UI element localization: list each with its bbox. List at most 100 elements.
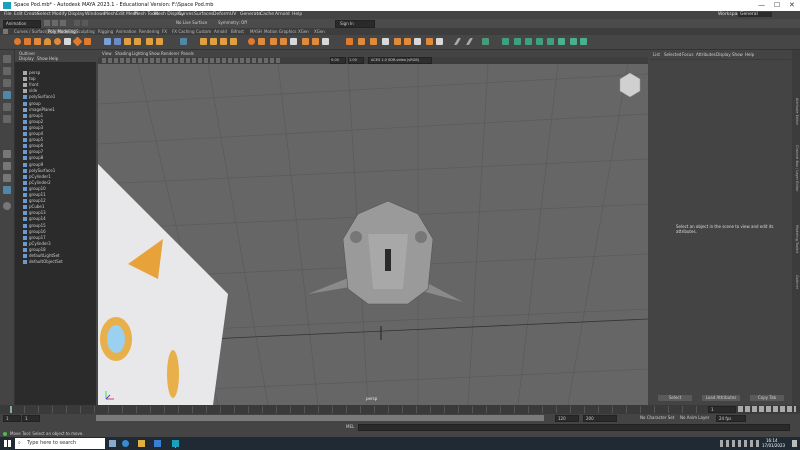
menu-edit[interactable]: Edit <box>14 12 23 17</box>
smooth-icon[interactable] <box>248 38 255 45</box>
outliner-item[interactable]: defaultObjectSet <box>23 259 63 265</box>
lasso-tool-icon[interactable] <box>3 67 11 75</box>
viewport-menu-shading[interactable]: Shading <box>115 51 131 56</box>
uv-editor-icon[interactable] <box>180 38 187 45</box>
outliner-item[interactable]: group17 <box>23 235 46 241</box>
shelf-tab-arnold[interactable]: Arnold <box>214 29 227 34</box>
playback-controls[interactable] <box>738 406 796 412</box>
poly-disc-icon[interactable] <box>72 36 83 47</box>
shelf-tab-xgen-2[interactable]: XGen <box>314 29 325 34</box>
viewport-menu-renderer[interactable]: Renderer <box>161 51 179 56</box>
ae-select-button[interactable]: Select <box>658 395 692 401</box>
windows-start-icon[interactable] <box>4 440 11 447</box>
open-scene-icon[interactable] <box>52 20 58 26</box>
range-end-field[interactable]: 200 <box>583 415 617 422</box>
side-tab-outliner[interactable]: Outliner <box>793 275 799 289</box>
outliner-item[interactable]: group <box>23 101 41 107</box>
shelf-tab-motion-graphics[interactable]: Motion Graphics <box>264 29 297 34</box>
menu-select[interactable]: Select <box>37 12 51 17</box>
outliner-item[interactable]: imagePlane1 <box>23 107 55 113</box>
outliner-item[interactable]: group9 <box>23 162 43 168</box>
maya-taskbar-icon[interactable] <box>172 440 179 447</box>
shelf-tab-curves-surfaces[interactable]: Curves / Surfaces <box>14 29 49 34</box>
move-tool-icon[interactable] <box>3 91 11 99</box>
outliner-item[interactable]: persp <box>23 70 40 76</box>
viewport-3d[interactable]: persp <box>98 63 648 405</box>
delete-edge-icon[interactable] <box>346 38 353 45</box>
shelf-tab-rigging[interactable]: Rigging <box>98 29 113 34</box>
side-tab-channel-box[interactable]: Channel Box / Layer Editor <box>793 145 799 192</box>
wedge-icon[interactable] <box>404 38 411 45</box>
range-inner-start-field[interactable]: 1 <box>22 415 40 422</box>
merge-icon[interactable] <box>322 38 329 45</box>
persp-graph-layout-icon[interactable] <box>3 186 11 194</box>
viewport-menu-lighting[interactable]: Lighting <box>132 51 148 56</box>
extract-icon[interactable] <box>426 38 433 45</box>
save-scene-icon[interactable] <box>60 20 66 26</box>
symmetry-label[interactable]: Symmetry: Off <box>218 20 247 25</box>
shelf-tab-sculpting[interactable]: Sculpting <box>76 29 95 34</box>
viewport-menu-show[interactable]: Show <box>149 51 160 56</box>
task-view-icon[interactable] <box>109 440 116 447</box>
planar-map-icon[interactable] <box>502 38 509 45</box>
time-slider[interactable]: 1 <box>0 405 800 414</box>
outliner-item[interactable]: group7 <box>23 149 43 155</box>
poly-cone-icon[interactable] <box>44 38 51 45</box>
shelf-tab-animation[interactable]: Animation <box>116 29 136 34</box>
outliner-item[interactable]: group14 <box>23 216 46 222</box>
gamma-field[interactable]: 1.00 <box>348 57 364 64</box>
minimize-button[interactable]: — <box>758 1 765 9</box>
outliner-item[interactable]: group16 <box>23 229 46 235</box>
chamfer-icon[interactable] <box>370 38 377 45</box>
menu-uv[interactable]: UV <box>230 12 236 17</box>
menu-file[interactable]: File <box>4 12 12 17</box>
outliner-item[interactable]: defaultLightSet <box>23 253 60 259</box>
outliner-item[interactable]: group10 <box>23 186 46 192</box>
boolean-icon[interactable] <box>270 38 277 45</box>
insert-edge-loop-icon[interactable] <box>210 38 217 45</box>
mirror-icon[interactable] <box>258 38 265 45</box>
fill-hole-icon[interactable] <box>156 38 163 45</box>
outliner-item[interactable]: front <box>23 82 39 88</box>
separate-icon[interactable] <box>114 38 121 45</box>
average-vertices-icon[interactable] <box>436 38 443 45</box>
unfold-icon[interactable] <box>558 38 565 45</box>
ae-menu-display[interactable]: Display <box>716 52 731 57</box>
combine-icon[interactable] <box>104 38 111 45</box>
outliner-item[interactable]: group3 <box>23 125 43 131</box>
outliner-item[interactable]: group2 <box>23 119 43 125</box>
maximize-button[interactable]: ☐ <box>774 1 780 9</box>
fps-dropdown[interactable]: 24 fps <box>716 415 746 422</box>
collapse-icon[interactable] <box>358 38 365 45</box>
close-button[interactable]: ✕ <box>789 1 795 9</box>
spin-edge-icon[interactable] <box>382 38 389 45</box>
outliner-item[interactable]: group1 <box>23 113 43 119</box>
outliner-item[interactable]: side <box>23 88 37 94</box>
poke-icon[interactable] <box>394 38 401 45</box>
file-explorer-icon[interactable] <box>138 440 145 447</box>
shelf-tab-fx-caching[interactable]: FX Caching <box>172 29 194 34</box>
exposure-field[interactable]: 0.00 <box>330 57 346 64</box>
shelf-settings-icon[interactable] <box>3 29 8 34</box>
clock-date[interactable]: 17/01/2023 <box>762 443 785 448</box>
platonic-icon[interactable] <box>84 38 91 45</box>
menu-windows[interactable]: Windows <box>85 12 105 17</box>
camera-map-icon[interactable] <box>547 38 554 45</box>
range-inner-end-field[interactable]: 120 <box>555 415 579 422</box>
outliner-item[interactable]: polySurface1 <box>23 168 55 174</box>
smooth-tool-icon[interactable] <box>465 38 474 45</box>
ae-menu-help[interactable]: Help <box>745 52 754 57</box>
outliner-item[interactable]: group15 <box>23 223 46 229</box>
reduce-icon[interactable] <box>280 38 287 45</box>
quadrangulate-icon[interactable] <box>312 38 319 45</box>
poly-torus-icon[interactable] <box>54 38 61 45</box>
search-icon[interactable] <box>3 202 11 210</box>
menu-mesh[interactable]: Mesh <box>104 12 116 17</box>
command-input[interactable] <box>358 424 790 431</box>
ae-menu-show[interactable]: Show <box>732 52 743 57</box>
shelf-tab-xgen[interactable]: XGen <box>298 29 309 34</box>
auto-map-icon[interactable] <box>536 38 543 45</box>
menu-modify[interactable]: Modify <box>52 12 67 17</box>
outliner-item[interactable]: group5 <box>23 137 43 143</box>
outliner-item[interactable]: top <box>23 76 36 82</box>
